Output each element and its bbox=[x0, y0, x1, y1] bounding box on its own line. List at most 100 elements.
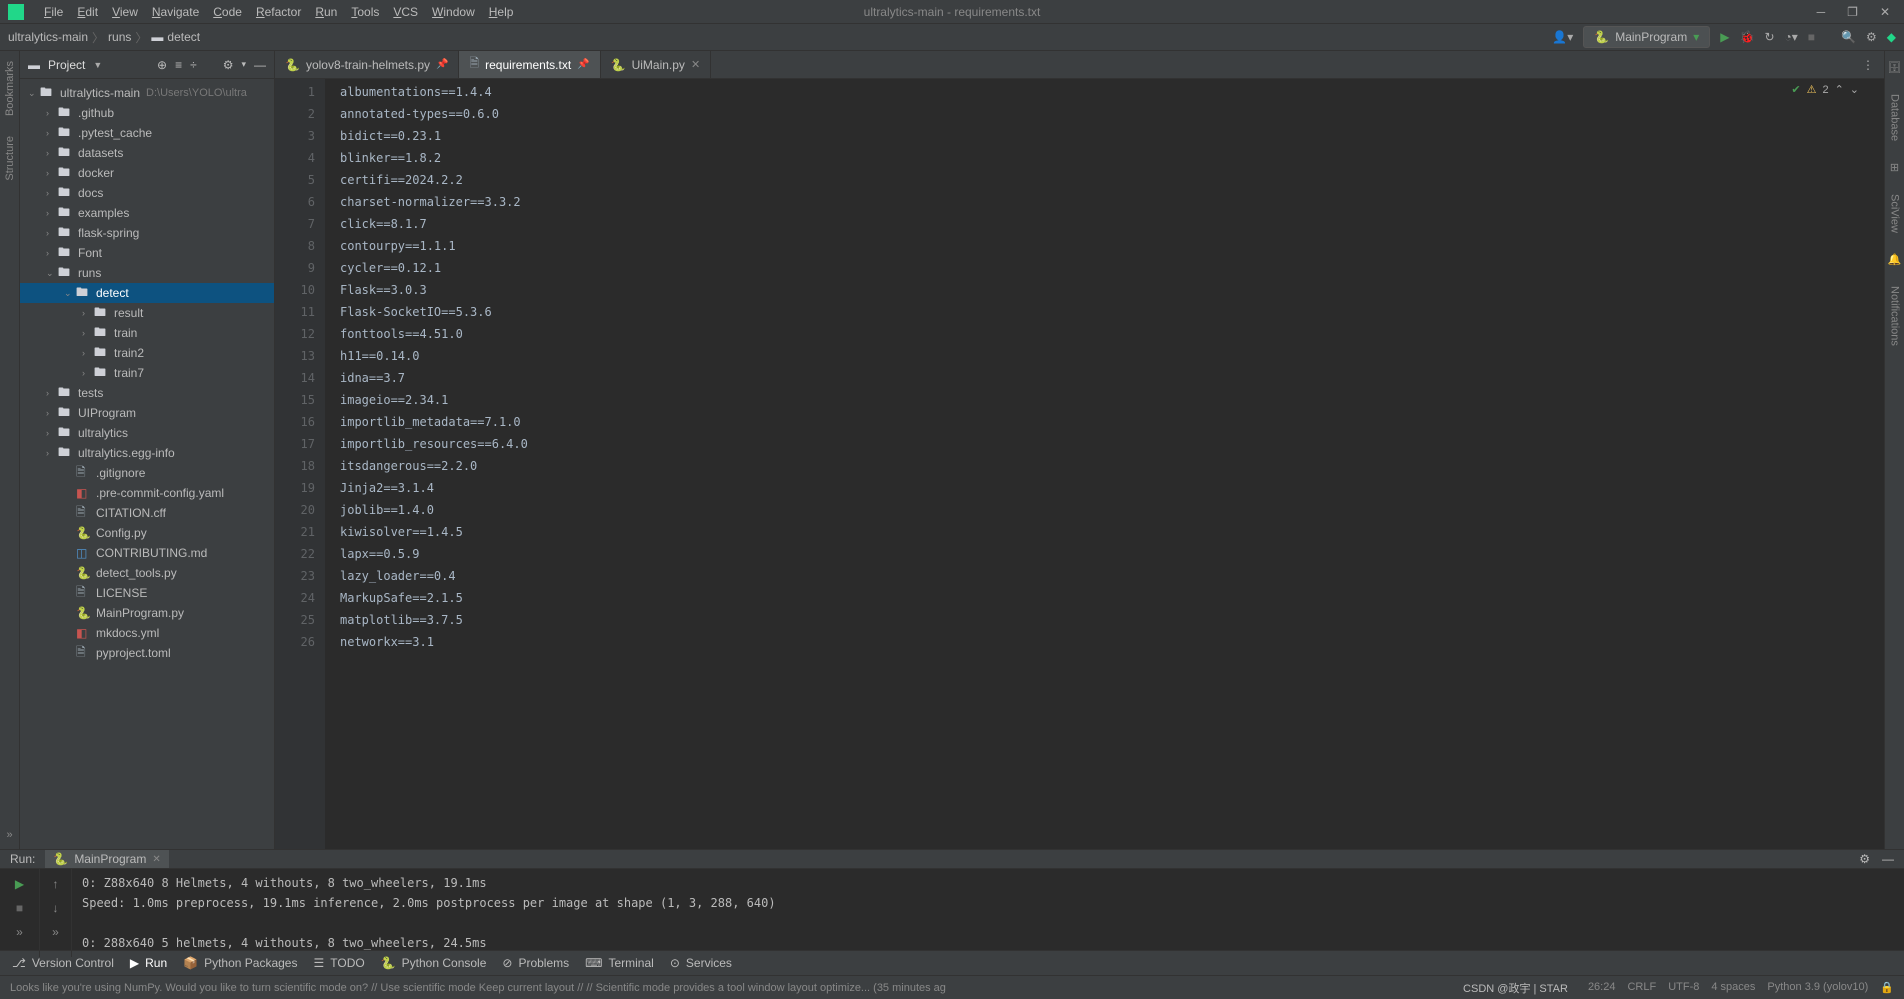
run-config-selector[interactable]: 🐍 MainProgram ▾ bbox=[1583, 26, 1710, 48]
editor-code[interactable]: albumentations==1.4.4annotated-types==0.… bbox=[325, 79, 1884, 849]
tab-yolov8-train-helmets-py[interactable]: 🐍yolov8-train-helmets.py📌 bbox=[275, 51, 459, 78]
database-tool[interactable]: Database bbox=[1889, 94, 1901, 141]
code-line[interactable]: cycler==0.12.1 bbox=[340, 257, 1884, 279]
up-icon[interactable]: ↑ bbox=[53, 877, 59, 891]
stop-icon[interactable]: ■ bbox=[16, 901, 23, 915]
coverage-icon[interactable]: ↻ bbox=[1764, 30, 1774, 44]
code-line[interactable]: joblib==1.4.0 bbox=[340, 499, 1884, 521]
menu-vcs[interactable]: VCS bbox=[387, 3, 424, 21]
tree-item-Config-py[interactable]: 🐍Config.py bbox=[20, 523, 274, 543]
menu-edit[interactable]: Edit bbox=[71, 3, 104, 21]
close-icon[interactable]: ✕ bbox=[152, 854, 160, 865]
tree-item-tests[interactable]: ›🖿tests bbox=[20, 383, 274, 403]
notifications-tool[interactable]: Notifications bbox=[1889, 286, 1901, 346]
tree-item-docs[interactable]: ›🖿docs bbox=[20, 183, 274, 203]
project-tree[interactable]: ⌄🖿ultralytics-mainD:\Users\YOLO\ultra›🖿.… bbox=[20, 79, 274, 849]
editor-inspection-widget[interactable]: ✔ ⚠ 2 ⌃ ⌄ bbox=[1791, 83, 1859, 96]
close-icon[interactable]: ✕ bbox=[1880, 5, 1890, 19]
tree-item-runs[interactable]: ⌄🖿runs bbox=[20, 263, 274, 283]
tree-item-datasets[interactable]: ›🖿datasets bbox=[20, 143, 274, 163]
status-item[interactable]: UTF-8 bbox=[1668, 981, 1699, 994]
debug-icon[interactable]: 🐞 bbox=[1740, 30, 1755, 44]
code-line[interactable]: Flask-SocketIO==5.3.6 bbox=[340, 301, 1884, 323]
menu-help[interactable]: Help bbox=[483, 3, 520, 21]
code-line[interactable]: certifi==2024.2.2 bbox=[340, 169, 1884, 191]
code-line[interactable]: lapx==0.5.9 bbox=[340, 543, 1884, 565]
down-icon[interactable]: ↓ bbox=[53, 901, 59, 915]
tree-item-ultralytics[interactable]: ›🖿ultralytics bbox=[20, 423, 274, 443]
tree-item-train2[interactable]: ›🖿train2 bbox=[20, 343, 274, 363]
maximize-icon[interactable]: ❐ bbox=[1847, 5, 1858, 19]
tree-item--github[interactable]: ›🖿.github bbox=[20, 103, 274, 123]
tool-python-console[interactable]: 🐍Python Console bbox=[381, 956, 487, 970]
tree-item-pyproject-toml[interactable]: 🗎pyproject.toml bbox=[20, 643, 274, 663]
tree-item-mkdocs-yml[interactable]: ◧mkdocs.yml bbox=[20, 623, 274, 643]
code-line[interactable]: lazy_loader==0.4 bbox=[340, 565, 1884, 587]
tree-item-Font[interactable]: ›🖿Font bbox=[20, 243, 274, 263]
stop-icon[interactable]: ■ bbox=[1808, 30, 1815, 44]
menu-run[interactable]: Run bbox=[309, 3, 343, 21]
run-tab[interactable]: 🐍 MainProgram ✕ bbox=[45, 850, 168, 868]
status-message[interactable]: Looks like you're using NumPy. Would you… bbox=[10, 982, 1463, 994]
tree-item-docker[interactable]: ›🖿docker bbox=[20, 163, 274, 183]
project-panel-title[interactable]: Project bbox=[48, 58, 85, 72]
tool-services[interactable]: ⊙Services bbox=[670, 956, 732, 970]
sciview-tool[interactable]: SciView bbox=[1889, 194, 1901, 233]
tool-version-control[interactable]: ⎇Version Control bbox=[12, 956, 114, 970]
tree-item-ultralytics-egg-info[interactable]: ›🖿ultralytics.egg-info bbox=[20, 443, 274, 463]
status-item[interactable]: Python 3.9 (yolov10) bbox=[1767, 981, 1868, 994]
tree-item--gitignore[interactable]: 🗎.gitignore bbox=[20, 463, 274, 483]
gear-icon[interactable]: ⚙ bbox=[1866, 30, 1877, 44]
code-line[interactable]: fonttools==4.51.0 bbox=[340, 323, 1884, 345]
more-tools-icon[interactable]: » bbox=[6, 829, 12, 841]
tree-item-MainProgram-py[interactable]: 🐍MainProgram.py bbox=[20, 603, 274, 623]
tree-item--pre-commit-config-yaml[interactable]: ◧.pre-commit-config.yaml bbox=[20, 483, 274, 503]
code-line[interactable]: Jinja2==3.1.4 bbox=[340, 477, 1884, 499]
tool-problems[interactable]: ⊘Problems bbox=[502, 956, 569, 970]
code-line[interactable]: contourpy==1.1.1 bbox=[340, 235, 1884, 257]
tree-item--pytest_cache[interactable]: ›🖿.pytest_cache bbox=[20, 123, 274, 143]
locate-icon[interactable]: ⊕ bbox=[157, 58, 167, 72]
breadcrumb-item[interactable]: runs bbox=[108, 30, 131, 44]
tree-item-train7[interactable]: ›🖿train7 bbox=[20, 363, 274, 383]
play-colored-icon[interactable]: ◆ bbox=[1887, 30, 1896, 44]
menu-refactor[interactable]: Refactor bbox=[250, 3, 307, 21]
search-icon[interactable]: 🔍 bbox=[1841, 30, 1856, 44]
left-tool-rail[interactable]: Bookmarks Structure » bbox=[0, 51, 20, 849]
code-line[interactable]: bidict==0.23.1 bbox=[340, 125, 1884, 147]
sciview-icon[interactable]: ⊞ bbox=[1890, 161, 1899, 174]
menu-tools[interactable]: Tools bbox=[345, 3, 385, 21]
more-icon[interactable]: » bbox=[16, 925, 23, 939]
code-line[interactable]: h11==0.14.0 bbox=[340, 345, 1884, 367]
code-line[interactable]: click==8.1.7 bbox=[340, 213, 1884, 235]
breadcrumb[interactable]: ultralytics-main 〉 runs 〉 ▬ detect bbox=[8, 29, 200, 46]
run-icon[interactable]: ▶ bbox=[1720, 30, 1729, 44]
run-output[interactable]: 0: Z88x640 8 Helmets, 4 withouts, 8 two_… bbox=[72, 869, 1904, 957]
code-line[interactable]: itsdangerous==2.2.0 bbox=[340, 455, 1884, 477]
editor[interactable]: 1234567891011121314151617181920212223242… bbox=[275, 79, 1884, 849]
status-item[interactable]: 26:24 bbox=[1588, 981, 1616, 994]
database-icon[interactable]: 🗄 bbox=[1888, 61, 1902, 74]
tree-item-LICENSE[interactable]: 🗎LICENSE bbox=[20, 583, 274, 603]
right-tool-rail[interactable]: 🗄 Database ⊞ SciView 🔔 Notifications bbox=[1884, 51, 1904, 849]
tool-todo[interactable]: ☰TODO bbox=[313, 956, 364, 970]
tab-requirements-txt[interactable]: 🗎requirements.txt📌 bbox=[459, 51, 600, 78]
menu-code[interactable]: Code bbox=[207, 3, 248, 21]
tree-item-CITATION-cff[interactable]: 🗎CITATION.cff bbox=[20, 503, 274, 523]
tree-item-train[interactable]: ›🖿train bbox=[20, 323, 274, 343]
hide-icon[interactable]: — bbox=[254, 58, 266, 72]
bookmarks-tool[interactable]: Bookmarks bbox=[4, 61, 16, 116]
tree-item-UIProgram[interactable]: ›🖿UIProgram bbox=[20, 403, 274, 423]
code-line[interactable]: networkx==3.1 bbox=[340, 631, 1884, 653]
code-line[interactable]: importlib_resources==6.4.0 bbox=[340, 433, 1884, 455]
tool-python-packages[interactable]: 📦Python Packages bbox=[183, 956, 297, 970]
hide-icon[interactable]: — bbox=[1882, 852, 1894, 866]
profiler-icon[interactable]: ◔▾ bbox=[1785, 30, 1798, 44]
tree-item-detect_tools-py[interactable]: 🐍detect_tools.py bbox=[20, 563, 274, 583]
code-line[interactable]: idna==3.7 bbox=[340, 367, 1884, 389]
user-icon[interactable]: 👤▾ bbox=[1552, 30, 1573, 44]
gear-icon[interactable]: ⚙ bbox=[223, 58, 234, 72]
menu-file[interactable]: File bbox=[38, 3, 69, 21]
chevron-down-icon[interactable]: ⌄ bbox=[1850, 83, 1859, 96]
menu-view[interactable]: View bbox=[106, 3, 144, 21]
